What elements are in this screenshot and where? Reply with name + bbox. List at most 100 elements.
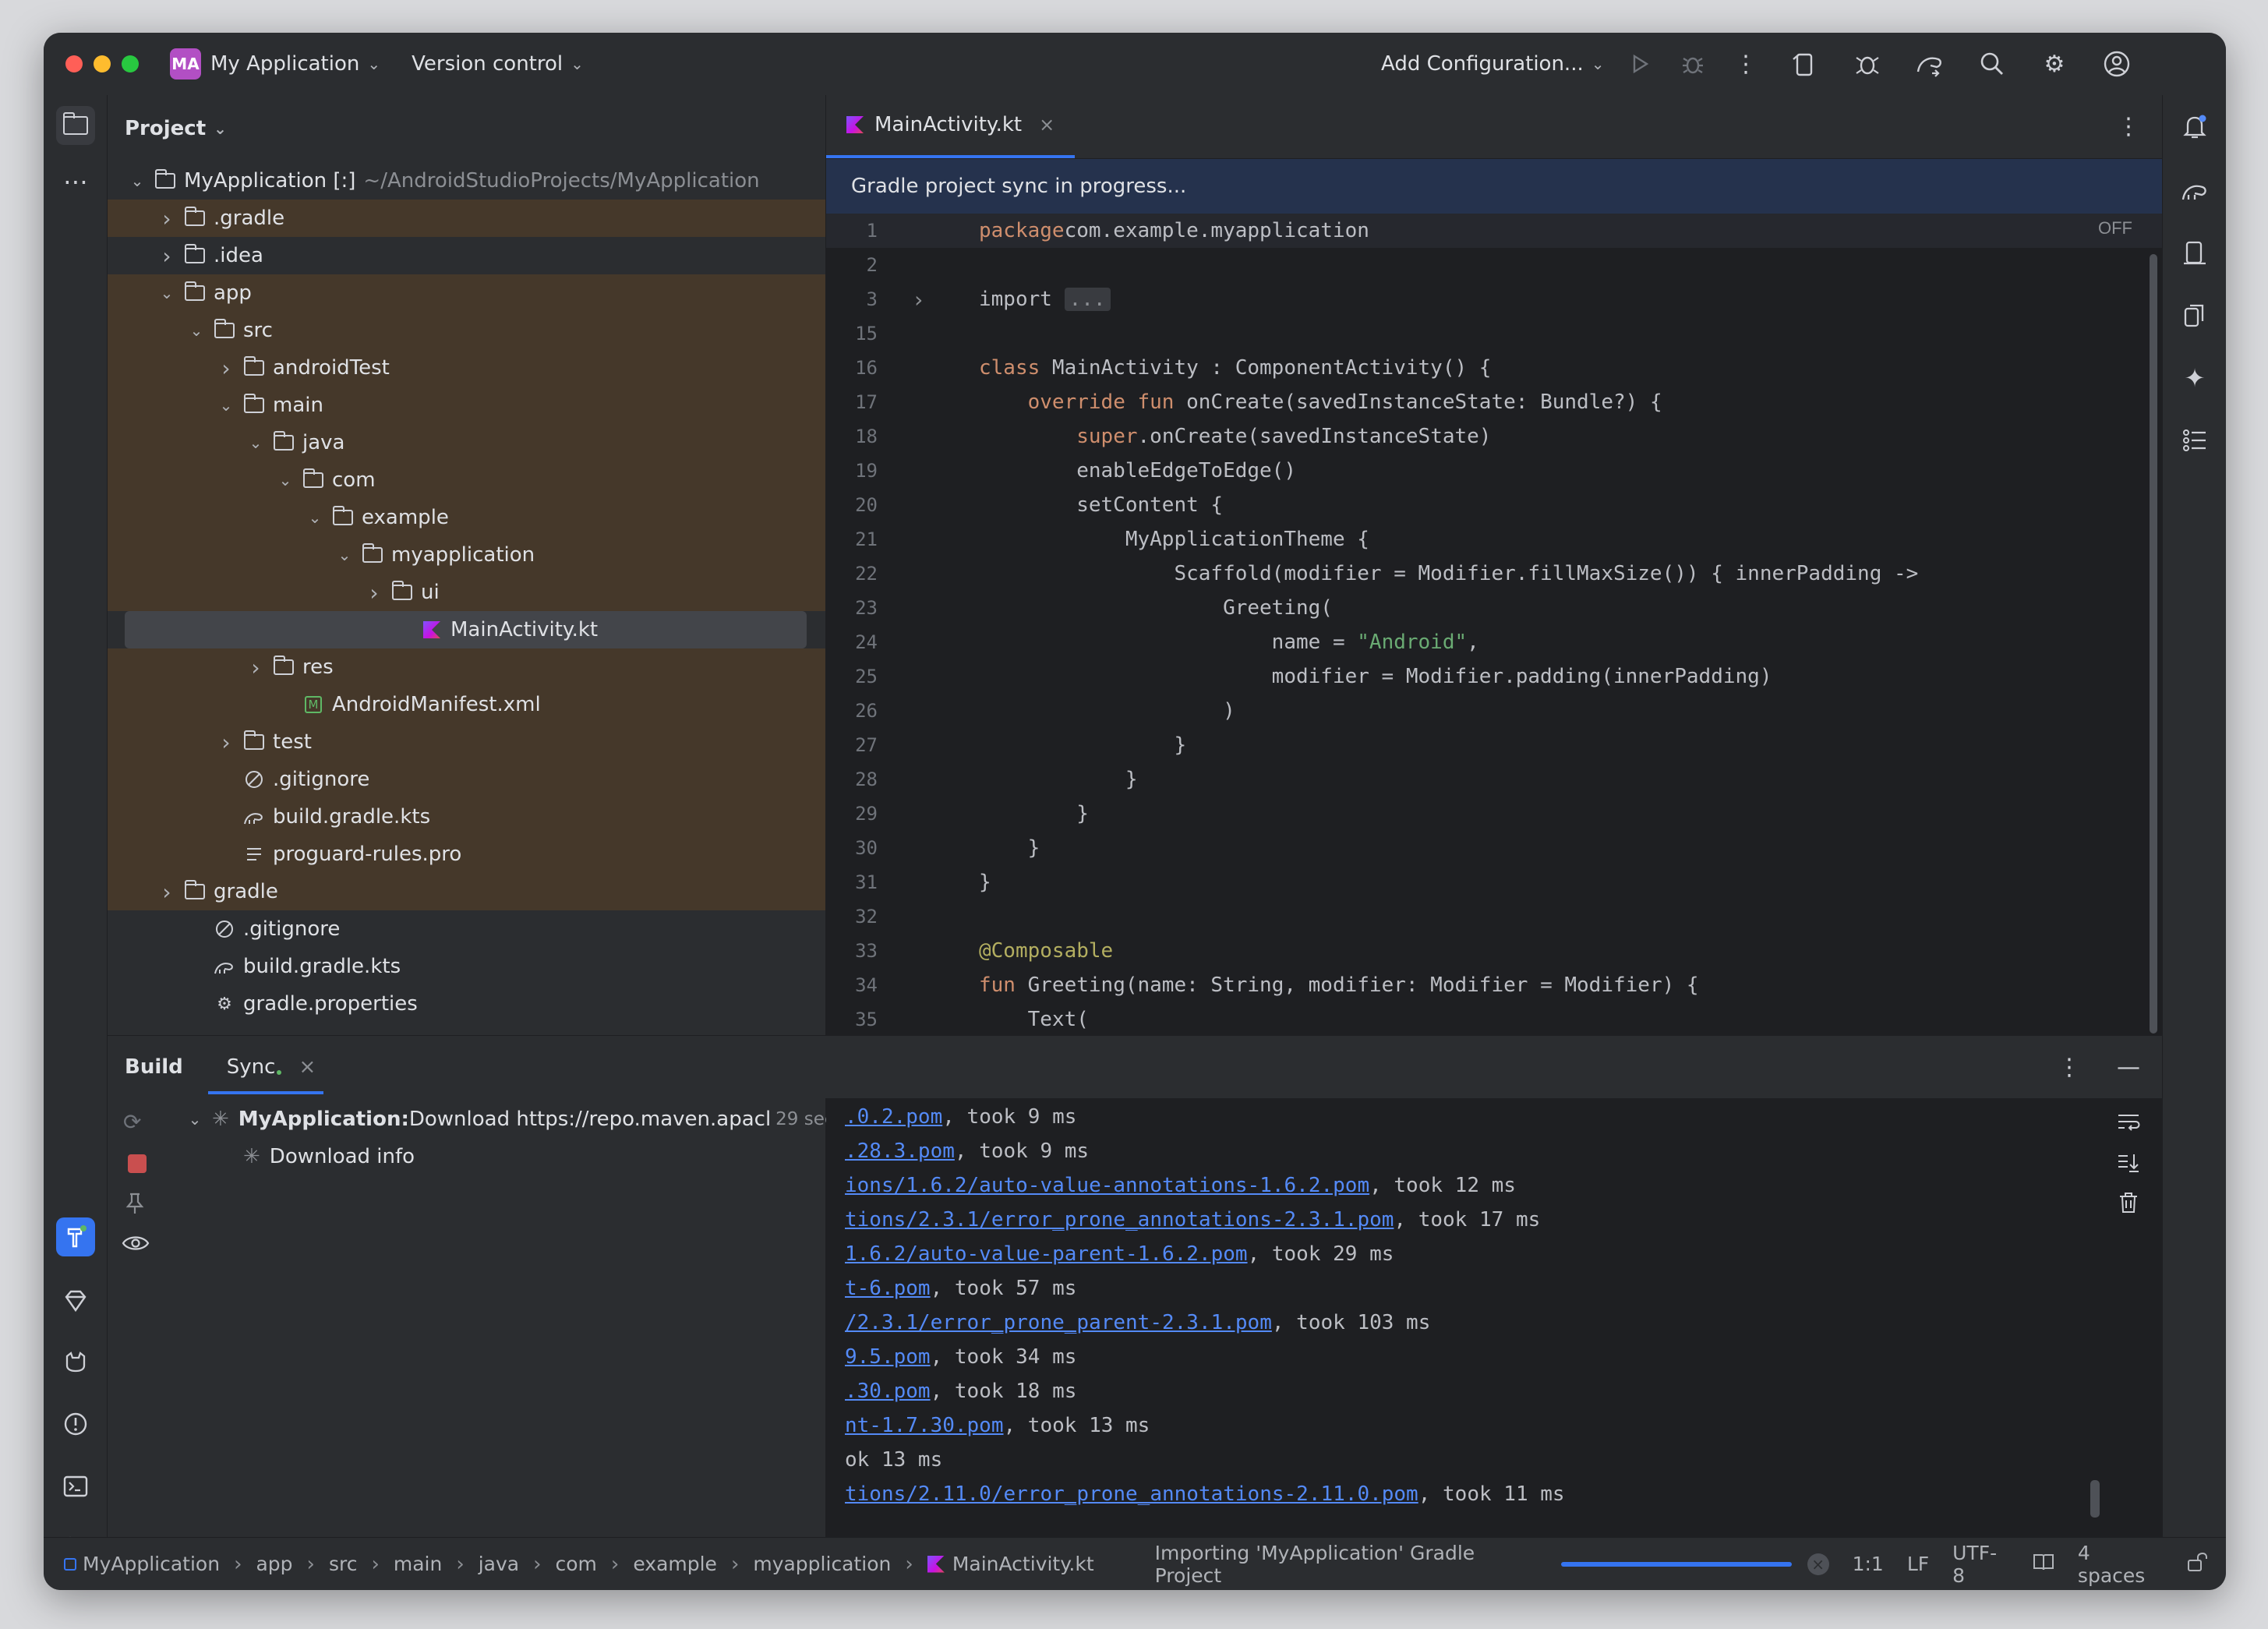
- eye-icon[interactable]: [122, 1234, 150, 1256]
- tree-item[interactable]: ⌄ example: [108, 499, 825, 536]
- run-icon[interactable]: [1624, 48, 1655, 80]
- editor-scrollbar[interactable]: [2150, 254, 2157, 1034]
- chevron-down-icon[interactable]: ⌄: [306, 508, 324, 527]
- log-link[interactable]: .28.3.pom: [845, 1140, 955, 1163]
- account-icon[interactable]: [2101, 48, 2132, 80]
- running-devices-icon[interactable]: [2175, 296, 2214, 335]
- run-config-selector[interactable]: Add Configuration... ⌄: [1381, 52, 1605, 76]
- rerun-sync-icon[interactable]: ⟳: [123, 1109, 141, 1135]
- device-manager-icon[interactable]: [1789, 48, 1821, 80]
- tree-item[interactable]: › test: [108, 723, 825, 761]
- gemini-sparkle-icon[interactable]: ✦: [2175, 359, 2214, 398]
- log-link[interactable]: nt-1.7.30.pom: [845, 1414, 1004, 1437]
- app-quality-icon[interactable]: [1852, 48, 1883, 80]
- more-horizontal-icon[interactable]: ⋯: [56, 162, 95, 201]
- chevron-down-icon[interactable]: ⌄: [187, 321, 206, 340]
- chevron-down-icon[interactable]: ⌄: [246, 433, 265, 452]
- tab-sync[interactable]: Sync ×: [207, 1055, 324, 1094]
- chevron-down-icon[interactable]: ⌄: [335, 546, 354, 564]
- breadcrumb-item[interactable]: MyApplication: [83, 1553, 220, 1575]
- soft-wrap-icon[interactable]: [2117, 1112, 2140, 1136]
- tree-item[interactable]: .gitignore: [108, 910, 825, 948]
- breadcrumb-item[interactable]: com: [556, 1553, 597, 1575]
- tree-root[interactable]: ⌄ MyApplication [:] ~/AndroidStudioProje…: [108, 162, 825, 200]
- close-window-button[interactable]: [65, 55, 83, 72]
- tree-item[interactable]: › gradle: [108, 873, 825, 910]
- lock-open-icon[interactable]: [2187, 1552, 2207, 1577]
- chevron-right-icon[interactable]: ›: [157, 879, 176, 905]
- project-view-selector[interactable]: Project ⌄: [108, 95, 825, 162]
- zoom-window-button[interactable]: [122, 55, 139, 72]
- tree-item[interactable]: proguard-rules.pro: [108, 836, 825, 873]
- code-view[interactable]: 1 packagecom.example.myapplication 2 3 › impo…: [826, 214, 2162, 1035]
- console-scrollbar[interactable]: [2090, 1480, 2100, 1518]
- chevron-down-icon[interactable]: ⌄: [276, 471, 295, 489]
- file-encoding[interactable]: UTF-8: [1952, 1542, 2009, 1587]
- indent-setting[interactable]: 4 spaces: [2078, 1542, 2164, 1587]
- tree-item[interactable]: › .idea: [108, 237, 825, 274]
- tree-item[interactable]: MainActivity.kt: [125, 611, 807, 648]
- tree-item[interactable]: ⌄ myapplication: [108, 536, 825, 574]
- log-link[interactable]: ions/1.6.2/auto-value-annotations-1.6.2.…: [845, 1174, 1369, 1197]
- tree-item[interactable]: › androidTest: [108, 349, 825, 387]
- chevron-right-icon[interactable]: ›: [365, 580, 383, 606]
- more-vertical-icon[interactable]: ⋮: [2058, 1054, 2081, 1081]
- tree-item[interactable]: › .gradle: [108, 200, 825, 237]
- chevron-right-icon[interactable]: ›: [157, 243, 176, 269]
- breadcrumb-item[interactable]: main: [394, 1553, 442, 1575]
- chevron-right-icon[interactable]: ›: [246, 655, 265, 680]
- tree-item[interactable]: .gitignore: [108, 761, 825, 798]
- chevron-right-icon[interactable]: ›: [157, 206, 176, 231]
- chevron-right-icon[interactable]: ›: [217, 730, 235, 755]
- sync-task-row[interactable]: ⌄ ✳ MyApplication: Download https://repo…: [185, 1108, 835, 1131]
- more-vertical-icon[interactable]: ⋮: [1730, 48, 1761, 80]
- tab-main-activity[interactable]: MainActivity.kt ×: [826, 94, 1076, 158]
- chevron-down-icon[interactable]: ⌄: [217, 396, 235, 415]
- gradle-sync-icon[interactable]: [1914, 48, 1945, 80]
- project-switcher[interactable]: MA My Application ⌄: [170, 48, 380, 80]
- logcat-icon[interactable]: [56, 1342, 95, 1381]
- subtask-row[interactable]: ✳ Download info: [243, 1145, 415, 1168]
- tree-item[interactable]: ⌄ main: [108, 387, 825, 424]
- log-link[interactable]: 9.5.pom: [845, 1345, 931, 1369]
- stop-icon[interactable]: [128, 1154, 147, 1173]
- caret-position[interactable]: 1:1: [1853, 1553, 1884, 1575]
- device-explorer-icon[interactable]: [2175, 234, 2214, 273]
- breadcrumb-item[interactable]: app: [256, 1553, 292, 1575]
- project-tool-icon[interactable]: [56, 106, 95, 145]
- tree-item[interactable]: ⌄ app: [108, 274, 825, 312]
- breadcrumb-item[interactable]: myapplication: [753, 1553, 891, 1575]
- breadcrumb-item[interactable]: src: [329, 1553, 358, 1575]
- trash-icon[interactable]: [2118, 1192, 2139, 1217]
- structure-list-icon[interactable]: [2175, 421, 2214, 460]
- chevron-down-icon[interactable]: ⌄: [185, 1110, 204, 1129]
- breadcrumb-item[interactable]: example: [633, 1553, 717, 1575]
- gear-icon[interactable]: ⚙: [2039, 48, 2070, 80]
- tree-item[interactable]: ⚙ gradle.properties: [108, 985, 825, 1023]
- log-link[interactable]: .0.2.pom: [845, 1105, 942, 1129]
- close-tab-icon[interactable]: ×: [299, 1055, 316, 1079]
- log-link[interactable]: /2.3.1/error_prone_parent-2.3.1.pom: [845, 1311, 1272, 1334]
- build-tool-icon[interactable]: [56, 1217, 95, 1256]
- tree-item[interactable]: M AndroidManifest.xml: [108, 686, 825, 723]
- breadcrumb-item[interactable]: java: [479, 1553, 519, 1575]
- chevron-down-icon[interactable]: ⌄: [157, 284, 176, 302]
- tree-item[interactable]: build.gradle.kts: [108, 798, 825, 836]
- log-link[interactable]: tions/2.11.0/error_prone_annotations-2.1…: [845, 1482, 1418, 1506]
- cancel-task-icon[interactable]: ×: [1807, 1553, 1829, 1575]
- scroll-to-end-icon[interactable]: [2117, 1153, 2140, 1176]
- log-link[interactable]: t-6.pom: [845, 1277, 931, 1300]
- inspection-off-label[interactable]: OFF: [2098, 218, 2132, 239]
- gem-icon[interactable]: [56, 1281, 95, 1320]
- minimize-panel-icon[interactable]: —: [2117, 1054, 2140, 1081]
- folded-imports[interactable]: ...: [1064, 288, 1111, 311]
- vcs-menu[interactable]: Version control ⌄: [412, 52, 584, 76]
- tree-item[interactable]: › res: [108, 648, 825, 686]
- tree-item[interactable]: › ui: [108, 574, 825, 611]
- fold-chevron-icon[interactable]: ›: [912, 287, 925, 313]
- tree-item[interactable]: ⌄ com: [108, 461, 825, 499]
- build-console[interactable]: .0.2.pom, took 9 ms .28.3.pom, took 9 ms i…: [826, 1098, 2162, 1537]
- chevron-down-icon[interactable]: ⌄: [128, 171, 147, 190]
- log-link[interactable]: .30.pom: [845, 1380, 931, 1403]
- pin-icon[interactable]: [125, 1192, 145, 1220]
